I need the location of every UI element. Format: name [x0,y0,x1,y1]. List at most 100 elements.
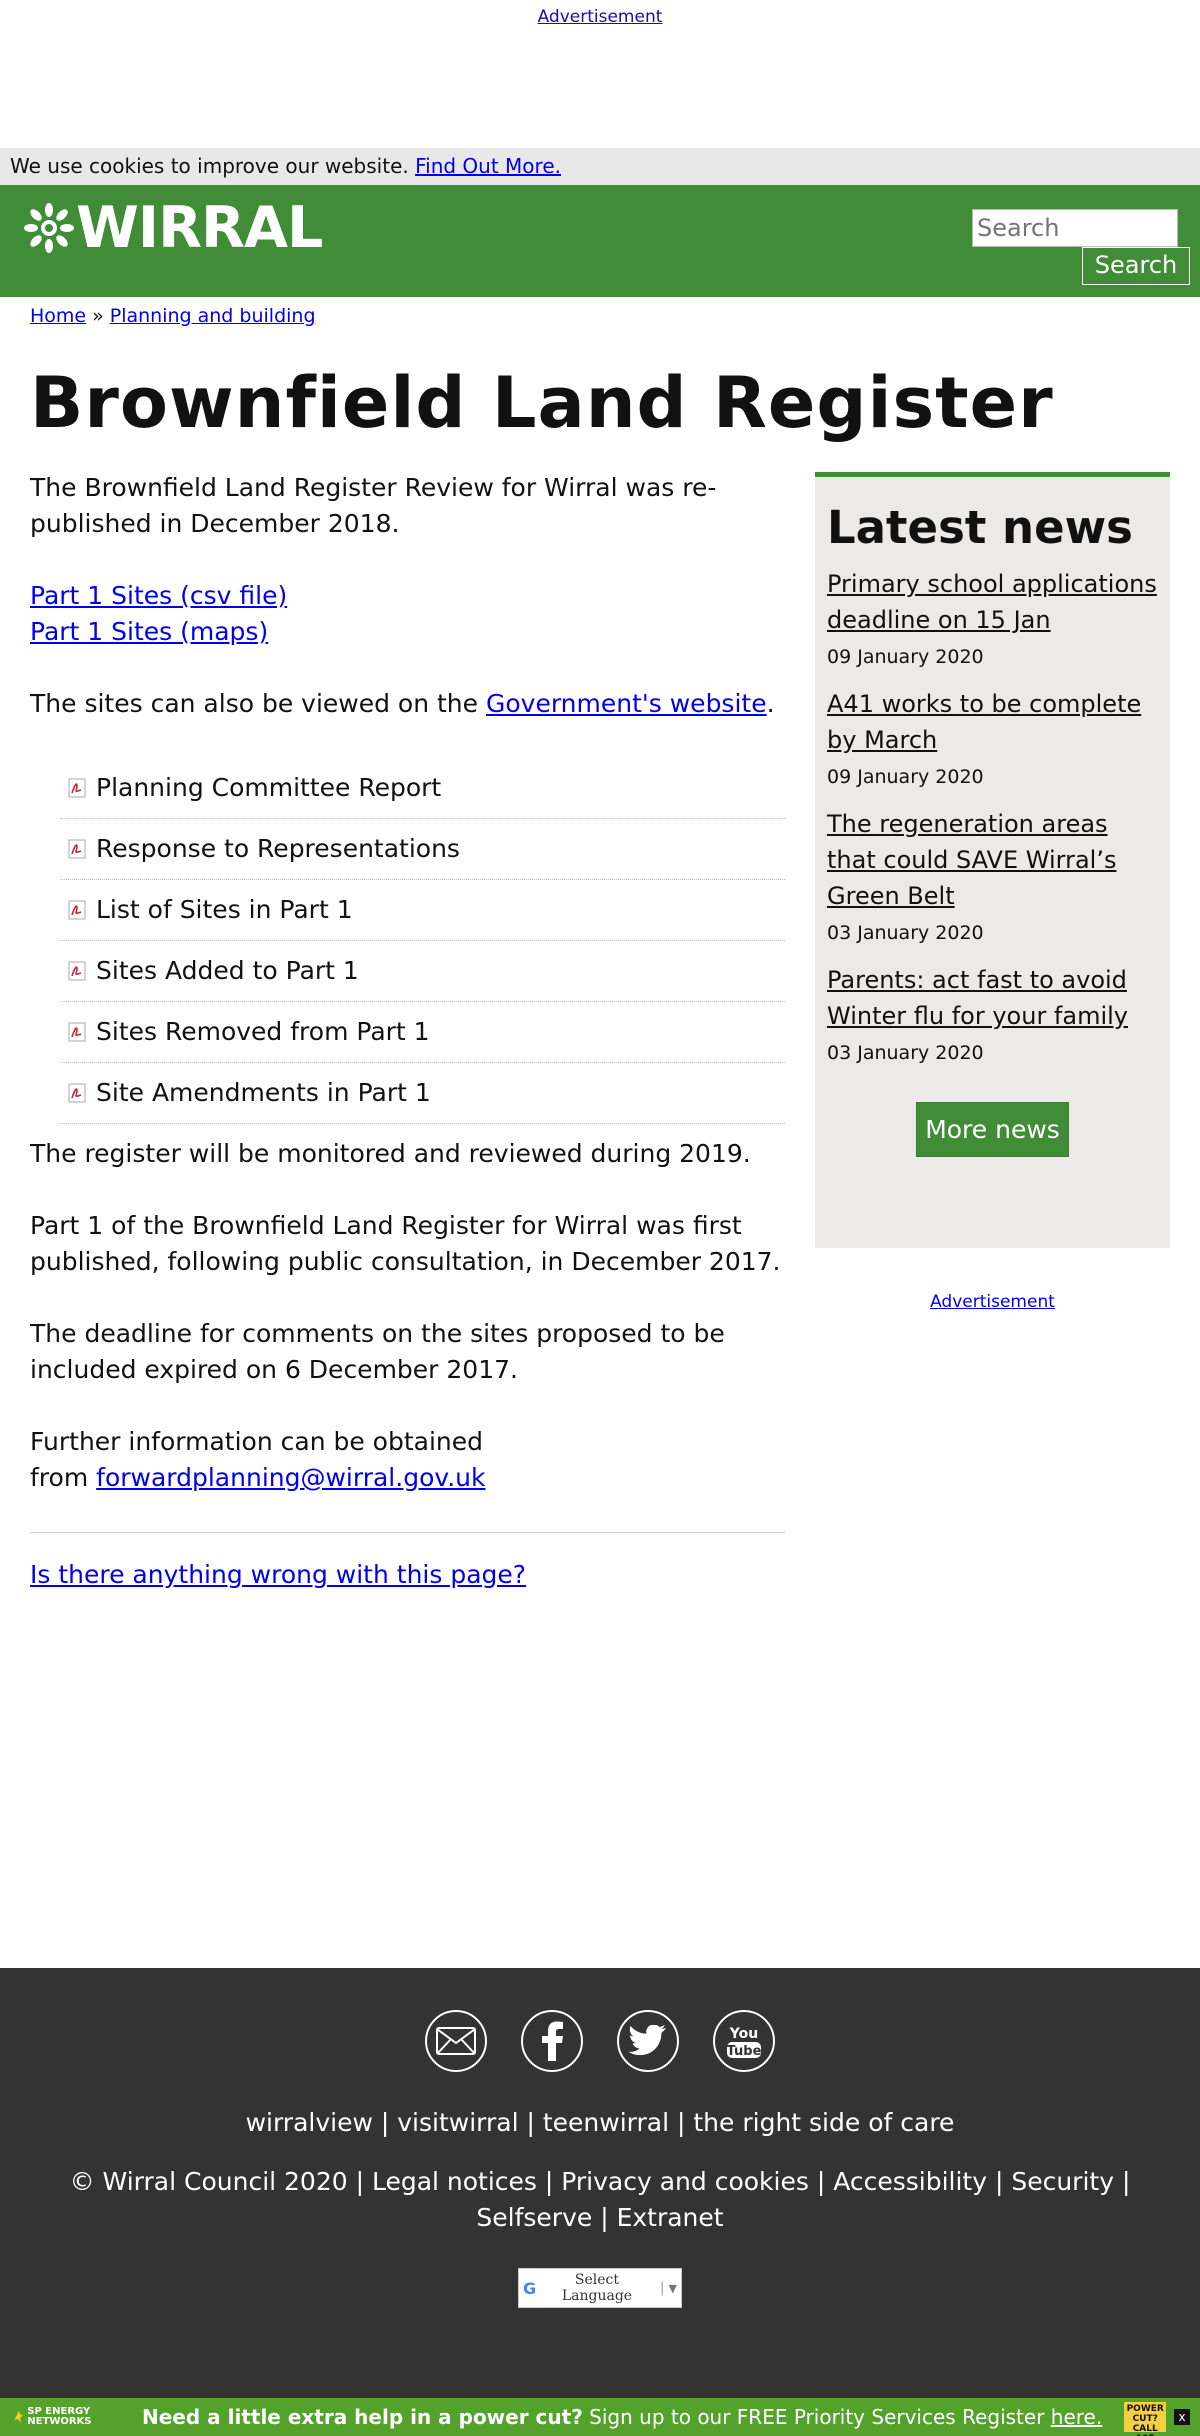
further-info-paragraph: Further information can be obtained from… [30,1424,510,1496]
close-icon[interactable]: x [1174,2409,1190,2425]
pdf-icon [68,1022,86,1042]
news-date: 03 January 2020 [827,922,984,944]
latest-news-panel: Latest news Primary school applications … [815,472,1170,1248]
separator: | [372,2108,398,2137]
cookie-text: We use cookies to improve our website. [10,154,416,178]
list-item[interactable]: Site Amendments in Part 1 [60,1063,785,1124]
list-item[interactable]: Sites Added to Part 1 [60,941,785,1002]
logo-wordmark: WIRRAL [76,195,323,261]
sp-energy-networks-logo: SP ENERGY NETWORKS [14,2407,114,2427]
news-item: The regeneration areas that could SAVE W… [827,806,1158,944]
advertisement-sidebar: Advertisement [815,1292,1170,1312]
advertisement-top: Advertisement [0,0,1200,148]
site-links: Part 1 Sites (csv file) Part 1 Sites (ma… [30,578,785,650]
deadline-paragraph: The deadline for comments on the sites p… [30,1319,725,1384]
advertisement-link[interactable]: Advertisement [930,1292,1055,1312]
teenwirral-link[interactable]: teenwirral [543,2108,669,2137]
list-item[interactable]: Planning Committee Report [60,758,785,819]
document-link[interactable]: Sites Removed from Part 1 [96,1014,430,1050]
news-headline-link[interactable]: Parents: act fast to avoid Winter flu fo… [827,966,1128,1030]
document-list: Planning Committee Report Response to Re… [60,758,785,1124]
news-item: A41 works to be complete by March 09 Jan… [827,686,1158,788]
breadcrumb-planning-link[interactable]: Planning and building [110,305,316,327]
government-text: The sites can also be viewed on the [30,689,486,718]
language-select[interactable]: G Select Language | ▼ [518,2268,682,2308]
pdf-icon [68,900,86,920]
separator: | [669,2108,694,2137]
monitor-paragraph: The register will be monitored and revie… [30,1139,751,1168]
part1-maps-link[interactable]: Part 1 Sites (maps) [30,614,785,650]
youtube-icon[interactable]: You Tube [713,2010,775,2072]
news-date: 09 January 2020 [827,766,984,788]
document-link[interactable]: Site Amendments in Part 1 [96,1075,431,1111]
intro-paragraph: The Brownfield Land Register Review for … [30,473,717,538]
google-icon: G [523,2278,537,2298]
banner-bold-text: Need a little extra help in a power cut? [142,2405,583,2429]
news-item: Parents: act fast to avoid Winter flu fo… [827,962,1158,1064]
government-website-link[interactable]: Government's website [486,689,767,718]
pdf-icon [68,778,86,798]
social-links: You Tube [0,2010,1200,2072]
latest-news-title: Latest news [827,501,1133,554]
news-item: Primary school applications deadline on … [827,566,1158,668]
part1-csv-link[interactable]: Part 1 Sites (csv file) [30,578,785,614]
search-button[interactable]: Search [1082,247,1190,285]
page-title: Brownfield Land Register [30,362,1054,444]
first-published-paragraph: Part 1 of the Brownfield Land Register f… [30,1211,781,1276]
cookie-bar: We use cookies to improve our website. F… [0,148,1200,185]
email-icon[interactable] [425,2010,487,2072]
news-headline-link[interactable]: Primary school applications deadline on … [827,570,1157,634]
twitter-icon[interactable] [617,2010,679,2072]
divider [30,1532,785,1533]
spark-icon [14,2411,24,2423]
list-item[interactable]: Response to Representations [60,819,785,880]
language-select-label: Select Language [561,2272,633,2304]
breadcrumb-separator: » [92,305,104,327]
svg-text:You: You [729,2026,758,2042]
page-feedback-link[interactable]: Is there anything wrong with this page? [30,1560,526,1589]
cookie-find-out-more-link[interactable]: Find Out More. [415,154,561,178]
site-header: WIRRAL Search [0,185,1200,297]
site-footer: You Tube wirralview | visitwirral | teenw… [0,1968,1200,2398]
main-content: The Brownfield Land Register Review for … [30,470,785,1593]
legal-links[interactable]: © Wirral Council 2020 | Legal notices | … [10,2164,1190,2236]
facebook-icon[interactable] [521,2010,583,2072]
news-headline-link[interactable]: A41 works to be complete by March [827,690,1141,754]
government-text-end: . [766,689,775,718]
right-side-of-care-link[interactable]: the right side of care [693,2108,954,2137]
breadcrumb-home-link[interactable]: Home [30,305,86,327]
banner-text: Sign up to our FREE Priority Services Re… [582,2405,1051,2429]
document-link[interactable]: Sites Added to Part 1 [96,953,359,989]
chevron-down-icon: ▼ [668,2281,677,2295]
wirralview-link[interactable]: wirralview [246,2108,373,2137]
breadcrumb: Home » Planning and building [30,305,316,327]
dropdown-separator: | [659,2280,665,2296]
more-news-button[interactable]: More news [916,1102,1069,1157]
email-link[interactable]: forwardplanning@wirral.gov.uk [96,1463,485,1492]
power-cut-badge: POWER CUT? CALL 105 [1124,2402,1167,2436]
news-headline-link[interactable]: The regeneration areas that could SAVE W… [827,810,1116,910]
pdf-icon [68,961,86,981]
pdf-icon [68,1083,86,1103]
list-item[interactable]: List of Sites in Part 1 [60,880,785,941]
partner-site-links: wirralview | visitwirral | teenwirral | … [0,2108,1200,2137]
advertisement-link[interactable]: Advertisement [538,7,663,27]
news-date: 03 January 2020 [827,1042,984,1064]
wirral-logo[interactable]: WIRRAL [24,195,323,261]
government-paragraph: The sites can also be viewed on the Gove… [30,686,785,722]
list-item[interactable]: Sites Removed from Part 1 [60,1002,785,1063]
document-link[interactable]: Planning Committee Report [96,770,441,806]
document-link[interactable]: List of Sites in Part 1 [96,892,353,928]
news-date: 09 January 2020 [827,646,984,668]
banner-here-link[interactable]: here. [1051,2405,1102,2429]
banner-message: Need a little extra help in a power cut?… [142,2405,1102,2429]
power-cut-banner: SP ENERGY NETWORKS Need a little extra h… [0,2398,1200,2436]
wirral-flower-icon [24,203,74,253]
document-link[interactable]: Response to Representations [96,831,460,867]
pdf-icon [68,839,86,859]
visitwirral-link[interactable]: visitwirral [397,2108,518,2137]
separator: | [518,2108,543,2137]
svg-text:Tube: Tube [727,2044,762,2059]
sp-energy-networks-text: SP ENERGY NETWORKS [27,2406,92,2427]
search-input[interactable] [972,209,1178,247]
